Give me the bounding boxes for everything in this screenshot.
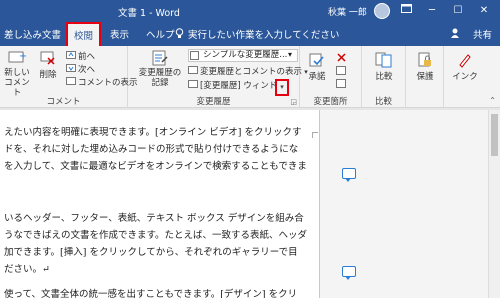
previous-comment-button[interactable]: 前へ <box>66 50 95 62</box>
comment-balloon-icon[interactable] <box>342 168 356 182</box>
svg-text:+: + <box>19 51 26 62</box>
comment-balloon-icon[interactable] <box>342 266 356 280</box>
chevron-down-icon: ▾ <box>280 83 284 91</box>
show-markup-icon <box>188 66 198 75</box>
title-bar: 文書 1 - Word 秋葉 一郎 ─ ☐ ✕ <box>0 0 500 22</box>
tell-me-search[interactable]: 実行したい作業を入力してください <box>188 27 339 41</box>
delete-comment-label: 削除 <box>39 70 57 80</box>
tab-mailings[interactable]: 差し込み文書 <box>4 27 61 41</box>
document-line: 使って、文書全体の統一感を出すこともできます。[デザイン] をクリ <box>4 289 298 298</box>
document-line: いるヘッダー、フッター、表紙、テキスト ボックス デザインを組み合 <box>4 213 304 224</box>
group-changes: 承諾 変更箇所 <box>300 46 362 108</box>
tab-review[interactable]: 校閲 <box>66 22 102 46</box>
lightbulb-icon <box>175 28 184 42</box>
ink-pen-icon <box>459 54 471 68</box>
document-line: ドを、それに対した埋め込みコードの形式で貼り付けできるようにな <box>4 144 299 155</box>
group-label-changes: 変更箇所 <box>313 97 348 107</box>
show-markup-label: 変更履歴とコメントの表示 <box>200 67 303 77</box>
reviewing-pane-dropdown[interactable]: ▾ <box>275 79 289 96</box>
share-button[interactable]: 共有 <box>473 27 492 41</box>
group-compare: 比較 比較 <box>362 46 406 108</box>
document-line: ださい。↵ <box>4 264 50 275</box>
tab-help[interactable]: ヘルプ <box>146 27 175 41</box>
minimize-button[interactable]: ─ <box>424 3 440 19</box>
reject-icon[interactable] <box>336 52 347 65</box>
group-comments: + 新しい コメント 削除 前へ 次へ コメントの表示 コメント <box>0 46 138 108</box>
next-comment-button[interactable]: 次へ <box>66 63 95 75</box>
document-area: えたい内容を明確に表現できます。[オンライン ビデオ] をクリックす ドを、それ… <box>0 108 500 298</box>
accept-icon <box>309 53 324 67</box>
avatar[interactable] <box>374 3 390 19</box>
ribbon-display-options-icon[interactable] <box>398 3 414 19</box>
delete-comment-icon <box>40 51 55 65</box>
next-label: 次へ <box>78 65 96 75</box>
ribbon: + 新しい コメント 削除 前へ 次へ コメントの表示 コメント 変更履歴の 記… <box>0 46 500 108</box>
markup-icon <box>190 51 199 63</box>
new-comment-label: 新しい コメント <box>4 68 30 98</box>
group-ink: インク <box>444 46 486 108</box>
margin-corner-mark <box>312 132 318 138</box>
close-button[interactable]: ✕ <box>476 3 492 19</box>
accept-button[interactable]: 承諾 <box>306 52 328 82</box>
previous-label: 前へ <box>78 52 96 62</box>
group-label-compare: 比較 <box>374 97 392 107</box>
group-protect: 保護 <box>406 46 444 108</box>
collapse-ribbon-icon[interactable]: ⌃ <box>489 96 496 105</box>
reviewing-pane-button[interactable]: [変更履歴] ウィンドウ <box>188 79 280 91</box>
new-comment-icon: + <box>8 51 26 63</box>
document-line: 加できます。[挿入] をクリックしてから、それぞれのギャラリーで目 <box>4 247 298 258</box>
group-tracking: 変更履歴の 記録 シンプルな変更履歴... ▾ 変更履歴とコメントの表示 ▾ [… <box>128 46 308 108</box>
show-markup-button[interactable]: 変更履歴とコメントの表示 ▾ <box>188 65 308 77</box>
dialog-launcher-icon[interactable]: ◲ <box>290 98 297 106</box>
document-page[interactable]: えたい内容を明確に表現できます。[オンライン ビデオ] をクリックす ドを、それ… <box>0 110 320 298</box>
ribbon-tabs: 差し込み文書 校閲 表示 ヘルプ 実行したい作業を入力してください 共有 <box>0 22 500 46</box>
lock-icon <box>418 52 431 67</box>
next-icon <box>66 64 76 73</box>
markup-select[interactable]: シンプルな変更履歴... <box>188 49 298 62</box>
reviewing-pane-label: [変更履歴] ウィンドウ <box>200 81 280 91</box>
protect-label: 保護 <box>416 72 434 82</box>
track-changes-label: 変更履歴の 記録 <box>138 68 182 88</box>
user-name[interactable]: 秋葉 一郎 <box>328 5 367 18</box>
previous-change-icon[interactable] <box>336 66 347 79</box>
show-comments-button[interactable]: コメントの表示 <box>66 76 138 88</box>
new-comment-button[interactable]: + 新しい コメント <box>2 50 32 98</box>
group-label-tracking: 変更履歴 <box>196 97 231 107</box>
group-label-comments: コメント <box>46 97 81 107</box>
chevron-down-icon[interactable]: ▾ <box>288 50 292 59</box>
document-line: うなできばえの文書を作成できます。たとえば、一致する表紙、ヘッダ <box>4 230 308 241</box>
ink-button[interactable]: インク <box>450 52 480 82</box>
document-line: を入力して、文書に最適なビデオをオンラインで検索することもできま <box>4 161 307 172</box>
share-icon[interactable] <box>450 28 460 42</box>
accept-label: 承諾 <box>308 72 326 82</box>
document-line: えたい内容を明確に表現できます。[オンライン ビデオ] をクリックす <box>4 127 302 138</box>
markup-area <box>312 110 488 298</box>
track-changes-button[interactable]: 変更履歴の 記録 <box>134 50 186 88</box>
reviewing-pane-icon <box>188 80 198 89</box>
maximize-button[interactable]: ☐ <box>450 3 466 19</box>
window-title: 文書 1 - Word <box>118 8 180 19</box>
protect-button[interactable]: 保護 <box>411 52 439 82</box>
compare-icon <box>375 52 392 68</box>
track-changes-icon <box>152 50 168 66</box>
delete-comment-button[interactable]: 削除 <box>36 50 60 80</box>
markup-select-value: シンプルな変更履歴... <box>203 50 288 60</box>
next-change-icon[interactable] <box>336 79 347 92</box>
ink-label: インク <box>452 72 478 82</box>
vertical-scrollbar[interactable] <box>488 110 500 298</box>
compare-button[interactable]: 比較 <box>370 52 398 82</box>
compare-label: 比較 <box>375 72 393 82</box>
scrollbar-thumb[interactable] <box>491 114 498 156</box>
tab-view[interactable]: 表示 <box>110 27 129 41</box>
show-comments-icon <box>66 77 76 86</box>
previous-icon <box>66 51 76 60</box>
